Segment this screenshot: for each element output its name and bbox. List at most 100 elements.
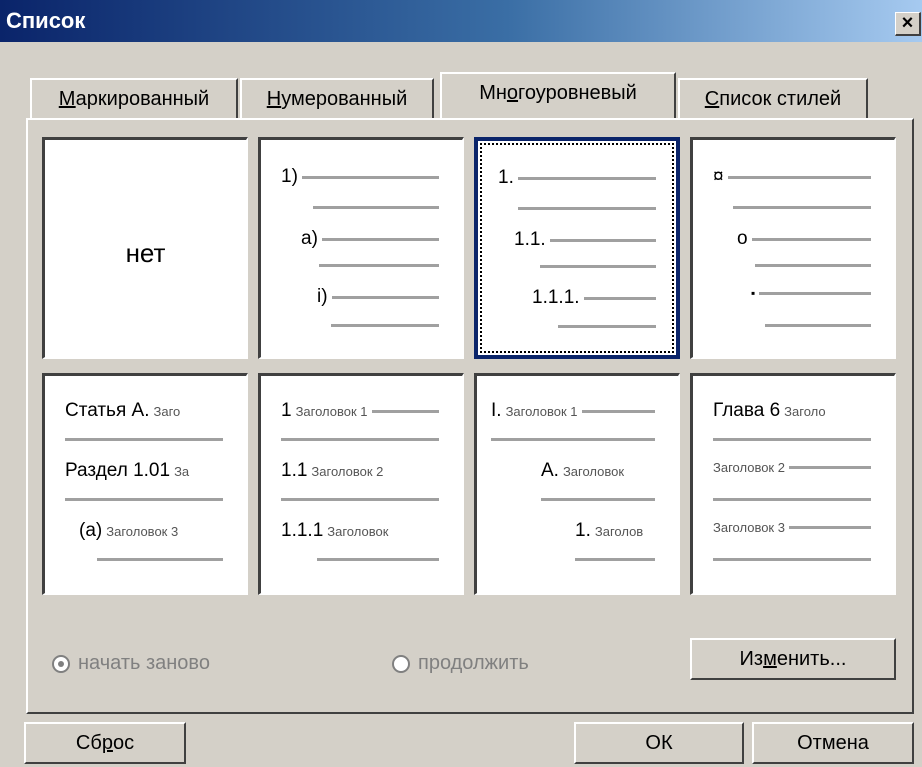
text-line <box>549 238 656 242</box>
level-3-row: Заголовок 3 <box>713 520 871 535</box>
text-line <box>65 498 223 501</box>
tab-label: аркированный <box>75 88 210 110</box>
heading-sample: Заго <box>153 403 181 419</box>
level-label: 1. <box>575 520 591 541</box>
heading-sample: Заголовок <box>562 463 625 479</box>
level-label: 1.1 <box>281 460 308 481</box>
text-line <box>517 176 656 180</box>
heading-sample: Заголовок 1 <box>295 403 368 419</box>
ok-button[interactable]: ОК <box>574 722 744 764</box>
button-label: енить... <box>776 648 847 670</box>
tab-numbered[interactable]: Нумерованный <box>240 78 434 118</box>
level-label: Глава 6 <box>713 400 781 421</box>
text-line <box>713 498 871 501</box>
list-option-paren[interactable]: 1) a) i) <box>258 137 464 359</box>
text-line <box>317 558 439 561</box>
level-2-row: A. Заголовок <box>541 460 655 482</box>
radio-continue[interactable]: продолжить <box>392 652 529 675</box>
text-line <box>371 409 439 413</box>
heading-sample: Заголов <box>594 523 644 539</box>
list-option-article-section[interactable]: Статья А. Заго Раздел 1.01 За (a) Заголовок… <box>42 373 248 595</box>
list-option-chapter[interactable]: Глава 6 Заголо Заголовок 2 Заголовок 3 <box>690 373 896 595</box>
button-label: Из <box>739 648 764 670</box>
tab-list-styles[interactable]: Список стилей <box>678 78 868 118</box>
level-3-row: 1. Заголов <box>575 520 655 542</box>
text-line <box>759 291 871 295</box>
circle-bullet-icon: o <box>737 228 748 249</box>
level-label: 1.1.1. <box>532 287 580 308</box>
text-line <box>713 558 871 561</box>
close-button[interactable]: × <box>895 12 921 36</box>
heading-sample: Заголовок 2 <box>713 460 785 475</box>
list-option-heading-roman[interactable]: I. Заголовок 1 A. Заголовок 1. Заголов <box>474 373 680 595</box>
text-line <box>281 498 439 501</box>
radio-restart[interactable]: начать заново <box>52 652 210 675</box>
level-1-row: 1) <box>281 166 439 188</box>
level-label: 1.1. <box>514 229 546 250</box>
text-line <box>581 409 655 413</box>
text-line <box>583 296 656 300</box>
text-line <box>491 438 655 441</box>
level-2-row: a) <box>301 228 439 250</box>
heading-sample: Заголовок 1 <box>505 403 578 419</box>
level-label: i) <box>317 286 328 307</box>
list-option-bullets[interactable]: ¤ o ▪ <box>690 137 896 359</box>
text-line <box>733 206 871 209</box>
tab-accel: о <box>506 82 519 104</box>
tab-bulleted[interactable]: Маркированный <box>30 78 238 118</box>
level-1-row: Статья А. Заго <box>65 400 223 422</box>
tab-multilevel[interactable]: Многоуровневый <box>440 72 676 118</box>
level-label: Статья А. <box>65 400 150 421</box>
text-line <box>331 295 439 299</box>
button-label: Отмена <box>797 732 869 754</box>
button-accel: р <box>101 732 113 754</box>
level-1-row: 1. <box>498 167 656 189</box>
level-2-row: o <box>737 228 871 250</box>
level-label: I. <box>491 400 502 421</box>
text-line <box>313 206 439 209</box>
level-label: 1 <box>281 400 292 421</box>
heading-sample: Заголо <box>784 403 826 419</box>
radio-button-icon <box>392 654 410 673</box>
text-line <box>331 324 439 327</box>
text-line <box>575 558 655 561</box>
heading-sample: Заголовок 3 <box>713 520 785 535</box>
text-line <box>727 175 871 179</box>
level-label: a) <box>301 228 318 249</box>
cancel-button[interactable]: Отмена <box>752 722 914 764</box>
level-1-row: I. Заголовок 1 <box>491 400 655 422</box>
text-line <box>301 175 439 179</box>
level-3-row: i) <box>317 286 439 308</box>
button-label: ОК <box>645 732 673 754</box>
reset-button[interactable]: Сброс <box>24 722 186 764</box>
level-1-row: ¤ <box>713 166 871 188</box>
modify-button[interactable]: Изменить... <box>690 638 896 680</box>
heading-sample: Заголовок <box>327 523 389 539</box>
text-line <box>788 526 871 529</box>
level-2-row: Заголовок 2 <box>713 460 871 475</box>
text-line <box>541 498 655 501</box>
tab-label: гоуровневый <box>518 82 637 104</box>
radio-button-icon <box>52 654 70 673</box>
list-option-heading-decimal[interactable]: 1 Заголовок 1 1.1 Заголовок 2 1.1.1 Заголов… <box>258 373 464 595</box>
level-2-row: 1.1. <box>514 229 656 251</box>
list-option-decimal[interactable]: 1. 1.1. 1.1.1. <box>474 137 680 359</box>
text-line <box>788 466 871 469</box>
text-line <box>97 558 223 561</box>
close-icon: × <box>901 12 914 34</box>
heading-sample: Заголовок 2 <box>311 463 384 479</box>
level-label: 1) <box>281 166 298 187</box>
heading-sample: Заголовок 3 <box>106 523 179 539</box>
text-line <box>755 264 871 267</box>
level-1-row: Глава 6 Заголо <box>713 400 871 422</box>
text-line <box>540 265 656 268</box>
text-line <box>558 325 656 328</box>
text-line <box>765 324 871 327</box>
text-line <box>65 438 223 441</box>
level-label: 1.1.1 <box>281 520 324 541</box>
list-option-none[interactable]: нет <box>42 137 248 359</box>
button-accel: м <box>763 648 777 670</box>
level-2-row: Раздел 1.01 За <box>65 460 223 482</box>
radio-restart-label: начать заново <box>78 652 210 674</box>
tab-accel: С <box>704 88 720 110</box>
